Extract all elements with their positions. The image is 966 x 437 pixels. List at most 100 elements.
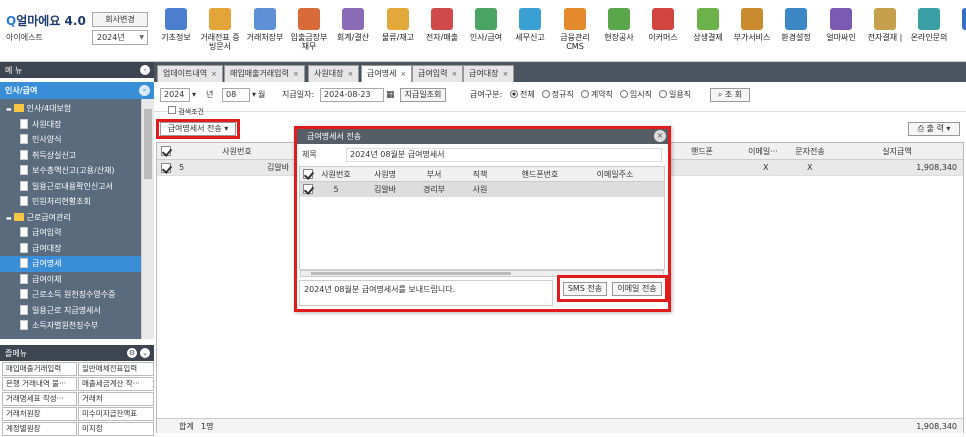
toolbar-item[interactable]: 환경설정	[774, 8, 818, 42]
collapse-icon[interactable]: ▬	[6, 215, 14, 222]
toolbar-item[interactable]: 얼마싸인	[819, 8, 863, 42]
toolbar-item[interactable]: 현장공사	[597, 8, 641, 42]
favorite-item[interactable]: 거래처원장	[2, 407, 77, 421]
year-dropdown-icon[interactable]: ▾	[192, 88, 196, 102]
sidebar-item[interactable]: 보수총액신고(고용/산재)	[0, 163, 141, 179]
tab[interactable]: 급여입력 ×	[412, 65, 464, 82]
message-text: 2024년 08월분 급여명세서를 보내드립니다.	[304, 285, 456, 294]
search-condition-toggle[interactable]: 검색조건	[168, 105, 204, 119]
toolbar-item[interactable]: 부가서비스	[730, 8, 774, 42]
tab[interactable]: 급여명세 ×	[361, 65, 413, 82]
sidebar-item[interactable]: 급여명세	[0, 256, 141, 272]
favorite-item[interactable]: 거래명세표 작성···	[2, 392, 77, 406]
select-all-checkbox[interactable]	[161, 146, 171, 159]
pay-type-radio[interactable]: 정규직	[541, 90, 574, 99]
toolbar-item[interactable]: 거래처장부	[243, 8, 287, 42]
calendar-icon[interactable]: ▦	[386, 88, 395, 102]
sidebar-item[interactable]: 민원처리현황조회	[0, 194, 141, 210]
sidebar-item[interactable]: 급여대장	[0, 241, 141, 257]
search-button[interactable]: ⌕ 조 회	[710, 88, 750, 102]
sidebar-item[interactable]: 일용근로 지급명세서	[0, 303, 141, 319]
sidebar-item[interactable]: 급여이체	[0, 272, 141, 288]
row-checkbox[interactable]	[161, 163, 171, 176]
favorite-item[interactable]: 거래처	[78, 392, 154, 406]
pay-date-input[interactable]: 2024-08-23	[320, 88, 384, 102]
toolbar-item[interactable]: 물류/재고	[376, 8, 420, 42]
company-change-button[interactable]: 회사변경	[92, 12, 148, 27]
print-button[interactable]: ⎙ 출 력 ▾	[908, 122, 960, 136]
chevron-down-icon[interactable]: ⌄	[140, 348, 150, 358]
close-tab-icon[interactable]: ×	[347, 70, 353, 78]
gear-icon[interactable]: ⚙	[127, 348, 137, 358]
toolbar-item[interactable]: 이커머스	[641, 8, 685, 42]
month-dropdown-icon[interactable]: ▾	[252, 88, 256, 102]
sidebar-item[interactable]: 인사양식	[0, 132, 141, 148]
favorite-item[interactable]: 일반매체전표입력	[78, 362, 154, 376]
year-select[interactable]: 2024년 ▼	[92, 30, 148, 45]
collapse-icon[interactable]: ▬	[6, 106, 14, 113]
sidebar-item[interactable]: 소득자별원천징수부	[0, 318, 141, 334]
tab[interactable]: 업데이트내역 ×	[157, 65, 224, 82]
menu-section-hr[interactable]: 인사/급여 –	[0, 82, 154, 99]
toolbar-item[interactable]: 입출금장부 재무	[287, 8, 331, 51]
toolbar-item[interactable]: 거래전표 증빙문서	[198, 8, 242, 51]
toolbar-item-label: 얼마싸인	[826, 33, 856, 42]
year-input[interactable]: 2024	[160, 88, 190, 102]
search-condition-checkbox[interactable]	[168, 106, 176, 114]
sidebar-item[interactable]: 근로소득 원천징수영수증	[0, 287, 141, 303]
recipient-select-all-checkbox[interactable]	[303, 169, 313, 182]
close-tab-icon[interactable]: ×	[502, 70, 508, 78]
document-icon	[20, 196, 28, 206]
sidebar-item-label: 취득상실신고	[32, 150, 77, 160]
toolbar-item-label: 이커머스	[648, 33, 678, 42]
collapse-menu-icon[interactable]: ‹	[140, 65, 150, 75]
pay-type-radio[interactable]: 일용직	[659, 90, 691, 99]
favorite-item[interactable]: 미지정	[78, 422, 154, 436]
close-tab-icon[interactable]: ×	[451, 70, 457, 78]
tab[interactable]: 급여대장 ×	[463, 65, 515, 82]
favorite-item[interactable]: 미수미지급잔액표	[78, 407, 154, 421]
sidebar-item[interactable]: 취득상실신고	[0, 148, 141, 164]
month-input[interactable]: 08	[222, 88, 250, 102]
menu-scrollbar[interactable]	[141, 99, 154, 339]
pay-type-radio[interactable]: 임시직	[619, 90, 652, 99]
pay-type-radio[interactable]: 계약직	[580, 90, 613, 99]
document-icon	[20, 165, 28, 175]
tab[interactable]: 매입매출거래입력 ×	[224, 65, 305, 82]
sidebar-folder[interactable]: ▬ 근로급여관리	[0, 210, 141, 226]
document-icon	[20, 289, 28, 299]
favorite-item[interactable]: 매입매출거래입력	[2, 362, 77, 376]
scroll-thumb[interactable]	[144, 109, 152, 179]
pay-date-lookup-button[interactable]: 지급일조회	[400, 88, 446, 102]
sidebar-item[interactable]: 일용근로내용확인신고서	[0, 179, 141, 195]
toolbar-item[interactable]: 인사/급여	[464, 8, 508, 42]
close-tab-icon[interactable]: ×	[400, 70, 406, 78]
toolbar-item[interactable]: 금융관리 CMS	[553, 8, 597, 51]
close-tab-icon[interactable]: ×	[293, 70, 299, 78]
highlight-box	[156, 119, 240, 139]
recipient-row-checkbox[interactable]	[303, 184, 313, 197]
subject-input[interactable]: 2024년 08월분 급여명세서	[346, 148, 662, 162]
sidebar-item[interactable]: 급여입력	[0, 225, 141, 241]
toolbar-item[interactable]: 상생결제	[686, 8, 730, 42]
close-icon[interactable]: ×	[654, 130, 666, 142]
toolbar-item[interactable]: 온라인문의	[907, 8, 951, 42]
tab[interactable]: 사원대장 ×	[308, 65, 360, 82]
close-tab-icon[interactable]: ×	[211, 70, 217, 78]
toolbar-item[interactable]: 도움	[951, 8, 966, 42]
sidebar-folder[interactable]: ▬ 인사/4대보험	[0, 101, 141, 117]
favorite-item[interactable]: 은행 거래내역 불···	[2, 377, 77, 391]
recipient-row[interactable]: 5 김알바 경리부 사원	[300, 182, 664, 197]
toolbar-item[interactable]: 기초정보	[154, 8, 198, 42]
scroll-thumb[interactable]	[311, 272, 511, 275]
minus-icon[interactable]: –	[139, 85, 150, 96]
sidebar-item[interactable]: 사원대장	[0, 117, 141, 133]
toolbar-item[interactable]: 세무신고	[508, 8, 552, 42]
favorite-item[interactable]: 계정별원장	[2, 422, 77, 436]
toolbar-item[interactable]: 전자결재 |	[863, 8, 907, 42]
message-textarea[interactable]: 2024년 08월분 급여명세서를 보내드립니다.	[299, 280, 553, 306]
toolbar-item[interactable]: 회계/결산	[331, 8, 375, 42]
pay-type-radio[interactable]: 전체	[510, 90, 535, 99]
toolbar-item[interactable]: 전자/매출	[420, 8, 464, 42]
favorite-item[interactable]: 매출세금계산 작···	[78, 377, 154, 391]
